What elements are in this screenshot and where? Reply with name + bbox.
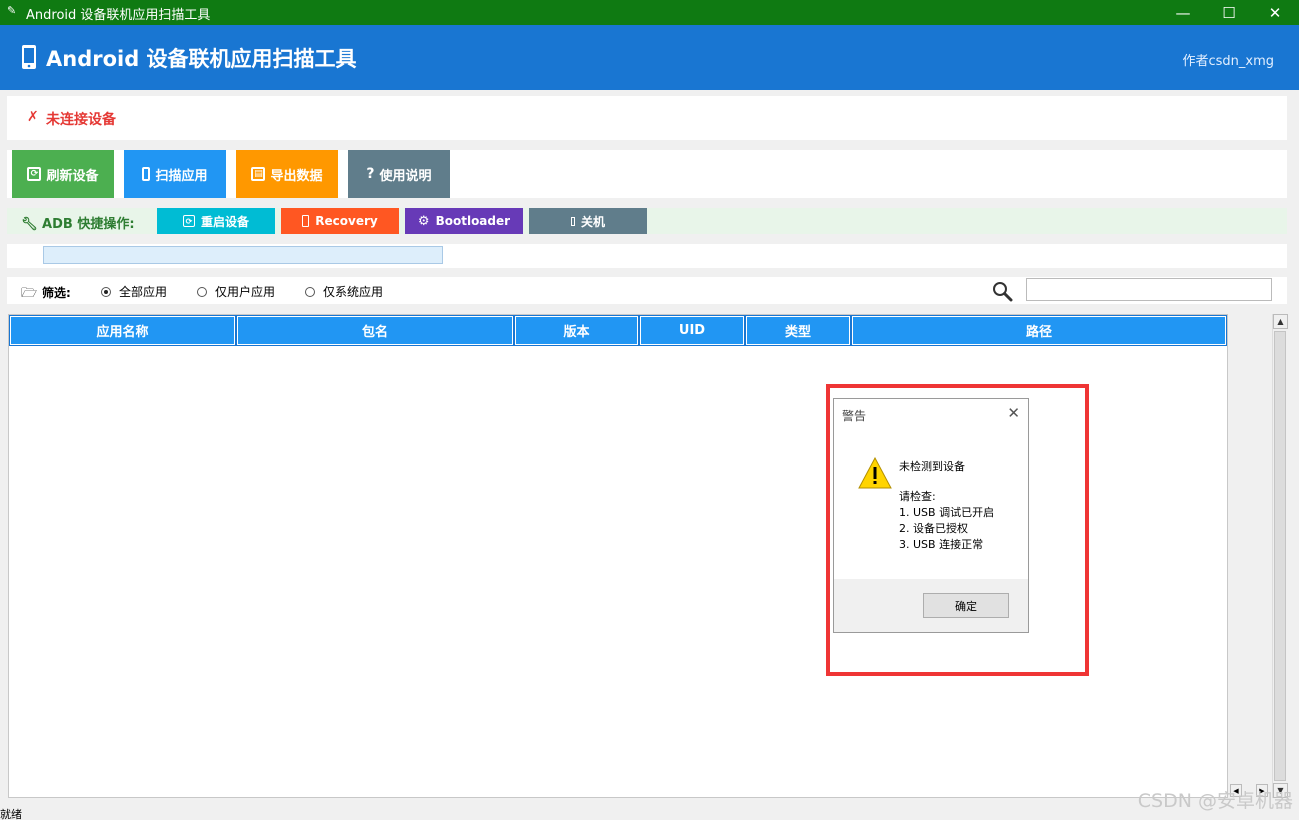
filter-row: 🗁 筛选: 全部应用 仅用户应用 仅系统应用 bbox=[7, 277, 1287, 304]
radio-system-apps[interactable]: 仅系统应用 bbox=[305, 283, 383, 300]
shutdown-label: 关机 bbox=[580, 214, 605, 229]
column-header-type[interactable]: 类型 bbox=[745, 315, 851, 346]
recovery-label: Recovery bbox=[315, 214, 378, 228]
search-icon bbox=[993, 282, 1013, 302]
scan-apps-button[interactable]: 扫描应用 bbox=[124, 150, 226, 198]
column-header-uid[interactable]: UID bbox=[639, 315, 745, 346]
dialog-check-label: 请检查: bbox=[899, 490, 936, 503]
adb-label-text: ADB 快捷操作: bbox=[42, 217, 135, 232]
recovery-button[interactable]: Recovery bbox=[281, 208, 399, 234]
feather-icon: ✎ bbox=[7, 4, 17, 17]
status-bar-text: 就绪 bbox=[0, 808, 22, 820]
radio-system-apps-label: 仅系统应用 bbox=[323, 285, 384, 299]
reboot-device-label: 重启设备 bbox=[200, 214, 249, 229]
dialog-message: 未检测到设备 请检查: 1. USB 调试已开启 2. 设备已授权 3. USB… bbox=[899, 459, 994, 553]
status-bar: 就绪 bbox=[0, 806, 1299, 820]
scroll-thumb[interactable] bbox=[1274, 331, 1286, 781]
phone-icon bbox=[22, 45, 36, 69]
help-button[interactable]: ? 使用说明 bbox=[348, 150, 450, 198]
disconnected-icon: ✗ bbox=[27, 109, 39, 125]
refresh-devices-label: 刷新设备 bbox=[46, 168, 99, 184]
bootloader-label: Bootloader bbox=[435, 214, 511, 228]
phone-small-icon bbox=[142, 167, 151, 181]
warning-dialog: 警告 ✕ 未检测到设备 请检查: 1. USB 调试已开启 2. 设备已授权 3… bbox=[833, 398, 1029, 633]
wrench-icon: 🔧︎ bbox=[21, 217, 38, 232]
adb-quick-actions: 🔧︎ ADB 快捷操作: ⟳ 重启设备 Recovery ⚙ Bootloade… bbox=[7, 208, 1287, 234]
export-data-label: 导出数据 bbox=[270, 168, 323, 184]
app-title: Android 设备联机应用扫描工具 bbox=[46, 47, 357, 71]
help-label: 使用说明 bbox=[379, 168, 432, 184]
radio-dot bbox=[305, 286, 315, 297]
watermark: CSDN @安卓机器 bbox=[1137, 790, 1293, 812]
dialog-close-button[interactable]: ✕ bbox=[1007, 404, 1020, 422]
phone-small-icon bbox=[302, 215, 310, 227]
scan-apps-label: 扫描应用 bbox=[155, 168, 208, 184]
app-header: Android 设备联机应用扫描工具 作者csdn_xmg bbox=[0, 25, 1299, 90]
adb-label: 🔧︎ ADB 快捷操作: bbox=[21, 213, 135, 232]
dialog-title: 警告 bbox=[842, 409, 867, 423]
progress-panel bbox=[7, 244, 1287, 268]
shutdown-button[interactable]: 关机 bbox=[529, 208, 647, 234]
close-window-button[interactable]: ✕ bbox=[1252, 0, 1298, 25]
dialog-item-3: 3. USB 连接正常 bbox=[899, 538, 984, 551]
refresh-devices-button[interactable]: ⟳ 刷新设备 bbox=[12, 150, 114, 198]
progress-bar bbox=[43, 246, 443, 264]
reboot-device-button[interactable]: ⟳ 重启设备 bbox=[157, 208, 275, 234]
window-title: Android 设备联机应用扫描工具 bbox=[26, 8, 211, 23]
filter-label: 筛选: bbox=[42, 286, 71, 300]
minimize-button[interactable]: — bbox=[1160, 0, 1206, 25]
radio-dot bbox=[197, 286, 207, 297]
folder-icon: 🗁 bbox=[21, 286, 38, 301]
dialog-item-2: 2. 设备已授权 bbox=[899, 522, 968, 535]
dialog-heading: 未检测到设备 bbox=[899, 460, 965, 473]
column-header-package[interactable]: 包名 bbox=[236, 315, 514, 346]
radio-dot bbox=[101, 286, 111, 297]
column-header-version[interactable]: 版本 bbox=[514, 315, 639, 346]
window-titlebar: ✎ Android 设备联机应用扫描工具 — ☐ ✕ bbox=[0, 0, 1299, 25]
power-icon bbox=[570, 216, 575, 226]
dialog-ok-button[interactable]: 确定 bbox=[923, 593, 1009, 618]
maximize-button[interactable]: ☐ bbox=[1206, 0, 1252, 25]
save-icon: ▤ bbox=[251, 167, 266, 181]
radio-user-apps[interactable]: 仅用户应用 bbox=[197, 283, 275, 300]
bootloader-button[interactable]: ⚙ Bootloader bbox=[405, 208, 523, 234]
column-header-path[interactable]: 路径 bbox=[851, 315, 1227, 346]
radio-all-apps-label: 全部应用 bbox=[119, 285, 168, 299]
main-toolbar: ⟳ 刷新设备 扫描应用 ▤ 导出数据 ? 使用说明 bbox=[7, 150, 1287, 198]
dialog-footer: 确定 bbox=[834, 579, 1028, 632]
search-input[interactable] bbox=[1026, 278, 1272, 301]
refresh-icon: ⟳ bbox=[182, 215, 195, 227]
connection-status-panel: ✗ 未连接设备 bbox=[7, 96, 1287, 140]
connection-status-text: 未连接设备 bbox=[46, 112, 116, 128]
gear-icon: ⚙ bbox=[417, 213, 430, 229]
radio-user-apps-label: 仅用户应用 bbox=[215, 285, 276, 299]
warning-icon bbox=[858, 457, 892, 489]
radio-all-apps[interactable]: 全部应用 bbox=[101, 283, 167, 300]
author-label: 作者csdn_xmg bbox=[1182, 54, 1274, 69]
scroll-up-arrow[interactable]: ▲ bbox=[1273, 314, 1288, 329]
vertical-scrollbar[interactable]: ▲ ▼ bbox=[1272, 314, 1288, 798]
refresh-icon: ⟳ bbox=[27, 167, 42, 181]
question-icon: ? bbox=[366, 166, 375, 182]
export-data-button[interactable]: ▤ 导出数据 bbox=[236, 150, 338, 198]
column-header-app-name[interactable]: 应用名称 bbox=[9, 315, 236, 346]
dialog-item-1: 1. USB 调试已开启 bbox=[899, 506, 995, 519]
